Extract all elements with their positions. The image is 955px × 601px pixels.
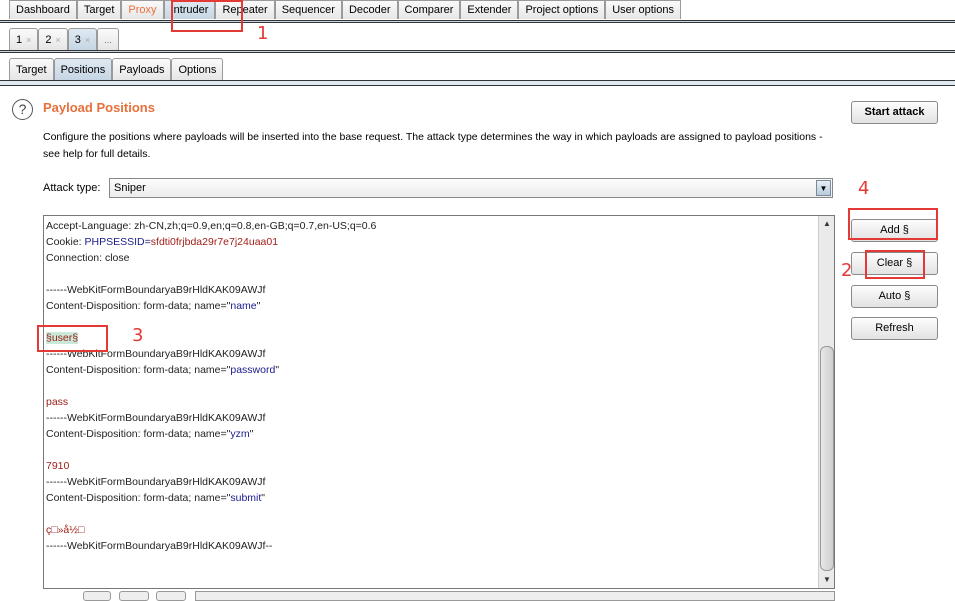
close-icon[interactable]: × xyxy=(56,35,61,45)
annotation-box-1 xyxy=(171,0,243,32)
text: Cookie: xyxy=(46,236,85,248)
bottom-button[interactable] xyxy=(83,591,111,601)
tab-extender[interactable]: Extender xyxy=(460,0,519,19)
line: Content-Disposition: form-data; name="su… xyxy=(46,490,376,506)
text: " xyxy=(256,300,261,312)
line: 7910 xyxy=(46,460,70,472)
arrow-up-icon[interactable]: ▲ xyxy=(820,217,834,231)
scrollbar-thumb[interactable] xyxy=(820,346,834,571)
subtab-payloads[interactable]: Payloads xyxy=(112,58,172,80)
description: Configure the positions where payloads w… xyxy=(43,131,823,160)
subtab-target[interactable]: Target xyxy=(9,58,54,80)
tab-sequencer[interactable]: Sequencer xyxy=(274,0,342,19)
annotation-label-4: 4 xyxy=(858,178,870,199)
tab-user-options[interactable]: User options xyxy=(605,0,681,19)
text: Content-Disposition: form-data; name=" xyxy=(46,492,231,504)
text: password xyxy=(230,364,276,376)
annotation-label-3: 3 xyxy=(132,325,144,346)
line: Content-Disposition: form-data; name="pa… xyxy=(46,362,376,378)
text: " xyxy=(261,492,266,504)
search-input[interactable] xyxy=(195,591,835,601)
tab-decoder[interactable]: Decoder xyxy=(341,0,398,19)
annotation-label-1: 1 xyxy=(257,23,269,44)
auto-marker-button[interactable]: Auto § xyxy=(851,285,938,308)
attack-type-label: Attack type: xyxy=(43,182,101,194)
text: name xyxy=(230,300,257,312)
line: Cookie: PHPSESSID=sfdti0frjbda29r7e7j24u… xyxy=(46,234,376,250)
subtab-options[interactable]: Options xyxy=(171,58,224,80)
attack-tab-bar: 1 × 2 × 3 × ... xyxy=(9,28,119,50)
annotation-box-4 xyxy=(848,208,938,240)
tab-dashboard[interactable]: Dashboard xyxy=(9,0,77,19)
line: pass xyxy=(46,396,69,408)
annotation-label-2: 2 xyxy=(841,260,853,281)
bottom-button[interactable] xyxy=(156,591,186,601)
close-icon[interactable]: × xyxy=(85,35,90,45)
arrow-down-icon[interactable]: ▼ xyxy=(820,573,834,587)
bottom-button[interactable] xyxy=(119,591,149,601)
line: Accept-Language: zh-CN,zh;q=0.9,en;q=0.8… xyxy=(46,220,377,232)
text: submit xyxy=(230,492,262,504)
text: yzm xyxy=(230,428,250,440)
text: Content-Disposition: form-data; name=" xyxy=(46,428,231,440)
line: ç□»å½□ xyxy=(46,524,85,536)
chevron-down-icon[interactable]: ▼ xyxy=(816,180,831,196)
divider xyxy=(0,50,955,53)
tab-target[interactable]: Target xyxy=(76,0,122,19)
line: ------WebKitFormBoundaryaB9rHldKAK09AWJf xyxy=(46,476,266,488)
divider xyxy=(0,20,955,23)
text: " xyxy=(249,428,254,440)
attack-tab-2[interactable]: 2 × xyxy=(38,28,68,50)
vertical-scrollbar[interactable]: ▲ ▼ xyxy=(818,216,834,588)
text: Content-Disposition: form-data; name=" xyxy=(46,300,231,312)
attack-type-select[interactable]: Sniper ▼ xyxy=(109,178,833,198)
line: ------WebKitFormBoundaryaB9rHldKAK09AWJf xyxy=(46,412,266,424)
attack-tab-3[interactable]: 3 × xyxy=(67,28,98,50)
tab-proxy[interactable]: Proxy xyxy=(121,0,164,19)
tab-label: 2 xyxy=(45,34,52,46)
new-tab-button[interactable]: ... xyxy=(97,28,119,50)
annotation-box-3 xyxy=(37,325,108,352)
subtab-positions[interactable]: Positions xyxy=(53,58,113,80)
close-icon[interactable]: × xyxy=(26,35,31,45)
line: Connection: close xyxy=(46,252,130,264)
tab-label: 1 xyxy=(16,34,23,46)
line: Content-Disposition: form-data; name="yz… xyxy=(46,426,376,442)
line: ------WebKitFormBoundaryaB9rHldKAK09AWJf xyxy=(46,284,266,296)
line: ------WebKitFormBoundaryaB9rHldKAK09AWJf… xyxy=(46,540,273,552)
annotation-box-2 xyxy=(865,250,925,279)
attack-tab-1[interactable]: 1 × xyxy=(9,28,39,50)
page-title: Payload Positions xyxy=(43,100,155,115)
text: PHPSESSID xyxy=(84,236,145,248)
text: Content-Disposition: form-data; name=" xyxy=(46,364,231,376)
start-attack-button[interactable]: Start attack xyxy=(851,101,938,124)
sub-tab-bar: Target Positions Payloads Options xyxy=(9,58,224,80)
main-tab-bar: Dashboard Target Proxy Intruder Repeater… xyxy=(9,0,681,19)
tab-project-options[interactable]: Project options xyxy=(518,0,606,19)
request-editor[interactable]: Accept-Language: zh-CN,zh;q=0.9,en;q=0.8… xyxy=(43,215,835,589)
selected-value: Sniper xyxy=(114,182,146,194)
help-icon[interactable]: ? xyxy=(12,99,33,120)
refresh-button[interactable]: Refresh xyxy=(851,317,938,340)
text: sfdti0frjbda29r7e7j24uaa01 xyxy=(150,236,279,248)
line: Content-Disposition: form-data; name="na… xyxy=(46,298,376,314)
request-text[interactable]: Accept-Language: zh-CN,zh;q=0.9,en;q=0.8… xyxy=(46,218,376,554)
tab-comparer[interactable]: Comparer xyxy=(397,0,461,19)
text: " xyxy=(275,364,280,376)
tab-label: 3 xyxy=(74,34,81,46)
